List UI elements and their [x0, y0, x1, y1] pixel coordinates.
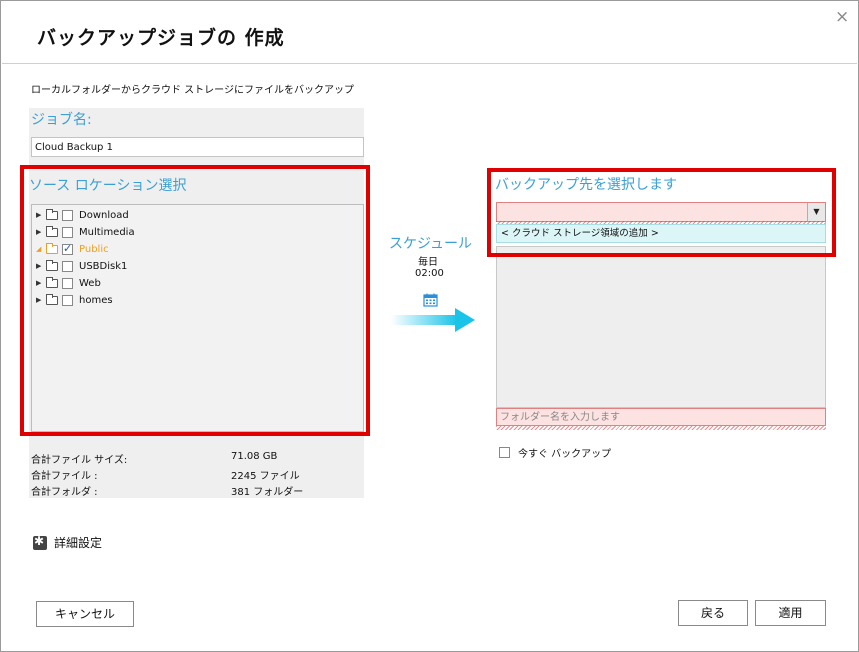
backup-now-checkbox[interactable] [499, 447, 510, 458]
stat-value: 2245 ファイル [231, 471, 300, 482]
dialog-subtitle: ローカルフォルダーからクラウド ストレージにファイルをバックアップ [31, 85, 354, 96]
stat-total-size: 合計ファイル サイズ: 71.08 GB [31, 451, 351, 467]
schedule-time: 02:00 [415, 268, 444, 279]
job-name-input[interactable] [31, 137, 364, 157]
stat-label: 合計ファイル : [31, 471, 98, 482]
backup-now-option[interactable]: 今すぐ バックアップ [499, 445, 611, 460]
title-divider [2, 63, 857, 64]
dialog-title: バックアップジョブの 作成 [37, 27, 285, 49]
back-button[interactable]: 戻る [678, 600, 748, 626]
stat-value: 71.08 GB [231, 451, 278, 462]
schedule-frequency: 毎日 [418, 257, 438, 268]
stat-label: 合計ファイル サイズ: [31, 455, 128, 466]
stat-label: 合計フォルダ : [31, 487, 98, 498]
backup-now-label: 今すぐ バックアップ [518, 449, 612, 460]
destination-folder-list [496, 246, 826, 408]
source-stats: 合計ファイル サイズ: 71.08 GB 合計ファイル : 2245 ファイル … [31, 451, 351, 499]
advanced-settings-label: 詳細設定 [54, 536, 103, 550]
cancel-button[interactable]: キャンセル [36, 601, 134, 627]
calendar-icon[interactable] [423, 293, 438, 307]
job-name-label: ジョブ名: [31, 112, 92, 128]
destination-highlight-box [487, 168, 836, 257]
advanced-settings-link[interactable]: 詳細設定 [33, 534, 102, 551]
arrow-right-icon [391, 308, 475, 332]
source-highlight-box [20, 165, 370, 436]
apply-button[interactable]: 適用 [755, 600, 826, 626]
folder-name-input[interactable] [496, 408, 826, 426]
stat-value: 381 フォルダー [231, 487, 304, 498]
stat-total-files: 合計ファイル : 2245 ファイル [31, 467, 351, 483]
schedule-label: スケジュール [389, 236, 473, 252]
validation-underline [496, 426, 826, 430]
close-icon[interactable]: × [835, 9, 849, 26]
backup-job-dialog: バックアップジョブの 作成 × ローカルフォルダーからクラウド ストレージにファ… [0, 0, 859, 652]
stat-total-folders: 合計フォルダ : 381 フォルダー [31, 483, 351, 499]
gear-icon [33, 534, 47, 550]
